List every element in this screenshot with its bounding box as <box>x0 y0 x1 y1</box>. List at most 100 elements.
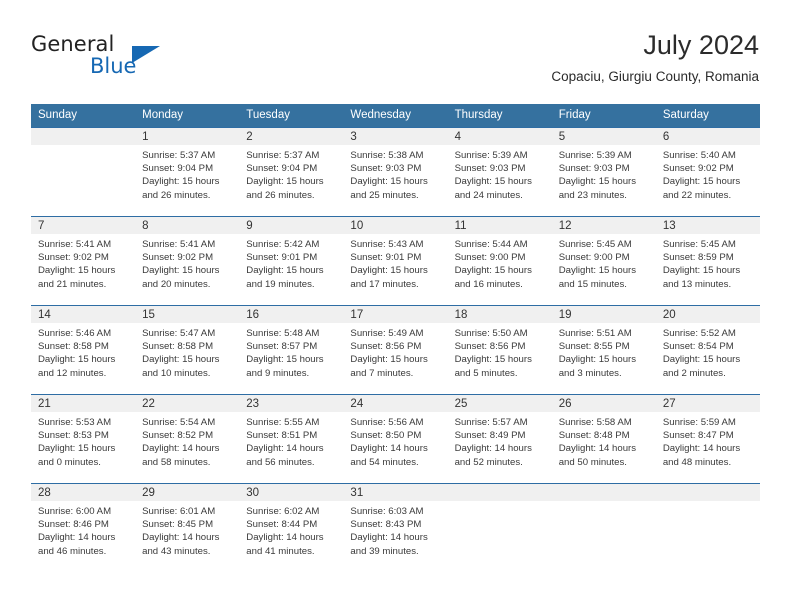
day-cell-inner: 8 Sunrise: 5:41 AM Sunset: 9:02 PM Daylight… <box>135 217 240 305</box>
day-cell-inner: 27 Sunrise: 5:59 AM Sunset: 8:47 PM Dayligh… <box>655 395 760 483</box>
day-info-line: and 56 minutes. <box>246 456 315 468</box>
day-sun-info: Sunrise: 5:43 AM Sunset: 9:01 PM Daylight:… <box>343 234 447 291</box>
calendar-day-cell[interactable]: 9 Sunrise: 5:42 AM Sunset: 9:01 PM Daylight… <box>239 216 344 306</box>
calendar-day-cell[interactable]: 2 Sunrise: 5:37 AM Sunset: 9:04 PM Daylight… <box>239 127 344 217</box>
day-info-line: Daylight: 14 hours <box>142 532 220 544</box>
day-info-line: Daylight: 15 hours <box>662 176 741 188</box>
day-info-line: and 41 minutes. <box>246 545 315 557</box>
day-info-line: Sunrise: 5:52 AM <box>662 328 736 339</box>
calendar-day-cell[interactable]: 21 Sunrise: 5:53 AM Sunset: 8:53 PM Dayligh… <box>31 394 136 484</box>
day-sun-info: Sunrise: 5:39 AM Sunset: 9:03 PM Daylight:… <box>552 145 656 202</box>
calendar-day-cell[interactable]: 13 Sunrise: 5:45 AM Sunset: 8:59 PM Dayligh… <box>655 216 760 306</box>
day-sun-info: Sunrise: 5:41 AM Sunset: 9:02 PM Daylight:… <box>31 234 135 291</box>
day-info-line: Daylight: 15 hours <box>558 354 637 366</box>
day-number: 30 <box>239 484 344 501</box>
day-sun-info: Sunrise: 6:00 AM Sunset: 8:46 PM Daylight:… <box>31 501 135 558</box>
day-cell-inner: 7 Sunrise: 5:41 AM Sunset: 9:02 PM Daylight… <box>31 217 136 305</box>
day-sun-info: Sunrise: 5:39 AM Sunset: 9:03 PM Daylight:… <box>448 145 552 202</box>
day-number: 28 <box>31 484 136 501</box>
calendar-day-cell[interactable]: 1 Sunrise: 5:37 AM Sunset: 9:04 PM Daylight… <box>135 127 240 217</box>
day-info-line: and 19 minutes. <box>246 278 315 290</box>
general-blue-logo[interactable]: General Blue <box>31 32 251 84</box>
calendar-day-cell[interactable]: 27 Sunrise: 5:59 AM Sunset: 8:47 PM Dayligh… <box>655 394 760 484</box>
day-info-line: Sunrise: 5:41 AM <box>38 239 112 250</box>
day-sun-info: Sunrise: 5:58 AM Sunset: 8:48 PM Daylight:… <box>552 412 656 469</box>
day-info-line: Sunrise: 5:55 AM <box>246 417 320 428</box>
day-info-line: Sunrise: 5:43 AM <box>350 239 424 250</box>
day-info-line: and 43 minutes. <box>142 545 211 557</box>
calendar-day-cell[interactable]: 20 Sunrise: 5:52 AM Sunset: 8:54 PM Dayligh… <box>655 305 760 395</box>
logo-text-blue: Blue <box>90 54 137 78</box>
day-info-line: Sunset: 9:02 PM <box>142 252 214 264</box>
weekday-header-sunday: Sunday <box>31 104 136 128</box>
day-info-line: Daylight: 14 hours <box>246 443 324 455</box>
day-info-line: Sunrise: 6:00 AM <box>38 506 112 517</box>
calendar-day-cell[interactable]: 17 Sunrise: 5:49 AM Sunset: 8:56 PM Dayligh… <box>343 305 448 395</box>
day-info-line: and 9 minutes. <box>246 367 310 379</box>
day-info-line: Sunset: 8:48 PM <box>558 430 630 442</box>
day-info-line: Sunset: 8:44 PM <box>246 519 318 531</box>
day-sun-info: Sunrise: 6:01 AM Sunset: 8:45 PM Daylight:… <box>135 501 239 558</box>
day-info-line: Daylight: 15 hours <box>246 265 324 277</box>
day-cell-inner: 19 Sunrise: 5:51 AM Sunset: 8:55 PM Dayligh… <box>551 306 656 394</box>
calendar-day-cell[interactable]: 23 Sunrise: 5:55 AM Sunset: 8:51 PM Dayligh… <box>239 394 344 484</box>
day-info-line: Daylight: 14 hours <box>558 443 637 455</box>
day-info-line: Sunset: 9:02 PM <box>38 252 109 264</box>
day-sun-info: Sunrise: 5:45 AM Sunset: 8:59 PM Daylight:… <box>656 234 760 291</box>
calendar-day-cell[interactable]: 6 Sunrise: 5:40 AM Sunset: 9:02 PM Daylight… <box>655 127 760 217</box>
day-info-line: Sunset: 9:04 PM <box>142 163 214 175</box>
day-info-line: and 58 minutes. <box>142 456 211 468</box>
logo-text-general: General <box>31 32 115 56</box>
day-number: 27 <box>655 395 760 412</box>
calendar-day-cell[interactable]: 28 Sunrise: 6:00 AM Sunset: 8:46 PM Dayligh… <box>31 483 136 572</box>
weekday-header-saturday: Saturday <box>655 104 760 128</box>
day-sun-info: Sunrise: 5:48 AM Sunset: 8:57 PM Daylight:… <box>239 323 343 380</box>
calendar-day-cell[interactable]: 18 Sunrise: 5:50 AM Sunset: 8:56 PM Dayligh… <box>447 305 552 395</box>
calendar-day-cell[interactable]: 22 Sunrise: 5:54 AM Sunset: 8:52 PM Dayligh… <box>135 394 240 484</box>
day-info-line: Daylight: 15 hours <box>142 354 220 366</box>
day-info-line: Sunrise: 6:02 AM <box>246 506 320 517</box>
day-cell-inner: 1 Sunrise: 5:37 AM Sunset: 9:04 PM Daylight… <box>135 128 240 216</box>
calendar-day-cell[interactable]: 14 Sunrise: 5:46 AM Sunset: 8:58 PM Dayligh… <box>31 305 136 395</box>
calendar-day-cell[interactable]: 31 Sunrise: 6:03 AM Sunset: 8:43 PM Dayligh… <box>343 483 448 572</box>
day-info-line: Daylight: 15 hours <box>454 354 532 366</box>
day-info-line: Daylight: 15 hours <box>38 265 116 277</box>
day-info-line: Sunset: 8:58 PM <box>142 341 214 353</box>
day-cell-inner <box>551 484 656 572</box>
calendar-day-cell[interactable]: 26 Sunrise: 5:58 AM Sunset: 8:48 PM Dayligh… <box>551 394 656 484</box>
weekday-header-friday: Friday <box>551 104 656 128</box>
day-info-line: and 3 minutes. <box>558 367 622 379</box>
calendar-day-cell[interactable]: 10 Sunrise: 5:43 AM Sunset: 9:01 PM Dayligh… <box>343 216 448 306</box>
day-cell-inner: 30 Sunrise: 6:02 AM Sunset: 8:44 PM Dayligh… <box>239 484 344 572</box>
calendar-day-cell[interactable]: 4 Sunrise: 5:39 AM Sunset: 9:03 PM Daylight… <box>447 127 552 217</box>
day-info-line: Sunrise: 5:49 AM <box>350 328 424 339</box>
day-info-line: and 21 minutes. <box>38 278 107 290</box>
day-number: 17 <box>343 306 448 323</box>
day-info-line: and 26 minutes. <box>246 189 315 201</box>
calendar-day-cell[interactable]: 30 Sunrise: 6:02 AM Sunset: 8:44 PM Dayligh… <box>239 483 344 572</box>
calendar-day-cell[interactable]: 3 Sunrise: 5:38 AM Sunset: 9:03 PM Daylight… <box>343 127 448 217</box>
calendar-day-cell[interactable]: 29 Sunrise: 6:01 AM Sunset: 8:45 PM Dayligh… <box>135 483 240 572</box>
day-info-line: Sunset: 8:50 PM <box>350 430 422 442</box>
calendar-day-cell[interactable]: 25 Sunrise: 5:57 AM Sunset: 8:49 PM Dayligh… <box>447 394 552 484</box>
calendar-day-cell <box>655 483 760 572</box>
day-sun-info: Sunrise: 5:56 AM Sunset: 8:50 PM Daylight:… <box>343 412 447 469</box>
day-info-line: Daylight: 14 hours <box>454 443 532 455</box>
calendar-day-cell[interactable]: 15 Sunrise: 5:47 AM Sunset: 8:58 PM Dayligh… <box>135 305 240 395</box>
weekday-header-thursday: Thursday <box>447 104 552 128</box>
day-number: 12 <box>551 217 656 234</box>
calendar-day-cell[interactable]: 8 Sunrise: 5:41 AM Sunset: 9:02 PM Daylight… <box>135 216 240 306</box>
day-info-line: Sunset: 8:56 PM <box>454 341 526 353</box>
calendar-day-cell[interactable]: 24 Sunrise: 5:56 AM Sunset: 8:50 PM Dayligh… <box>343 394 448 484</box>
day-info-line: Sunrise: 5:37 AM <box>142 150 216 161</box>
day-cell-inner: 6 Sunrise: 5:40 AM Sunset: 9:02 PM Daylight… <box>655 128 760 216</box>
calendar-day-cell[interactable]: 19 Sunrise: 5:51 AM Sunset: 8:55 PM Dayligh… <box>551 305 656 395</box>
day-number: 4 <box>447 128 552 145</box>
calendar-day-cell[interactable]: 5 Sunrise: 5:39 AM Sunset: 9:03 PM Daylight… <box>551 127 656 217</box>
day-cell-inner: 28 Sunrise: 6:00 AM Sunset: 8:46 PM Dayligh… <box>31 484 136 572</box>
calendar-day-cell[interactable]: 7 Sunrise: 5:41 AM Sunset: 9:02 PM Daylight… <box>31 216 136 306</box>
calendar-day-cell[interactable]: 11 Sunrise: 5:44 AM Sunset: 9:00 PM Dayligh… <box>447 216 552 306</box>
calendar-day-cell[interactable]: 12 Sunrise: 5:45 AM Sunset: 9:00 PM Dayligh… <box>551 216 656 306</box>
calendar-day-cell[interactable]: 16 Sunrise: 5:48 AM Sunset: 8:57 PM Dayligh… <box>239 305 344 395</box>
calendar-week-row: 7 Sunrise: 5:41 AM Sunset: 9:02 PM Daylight… <box>31 216 760 306</box>
